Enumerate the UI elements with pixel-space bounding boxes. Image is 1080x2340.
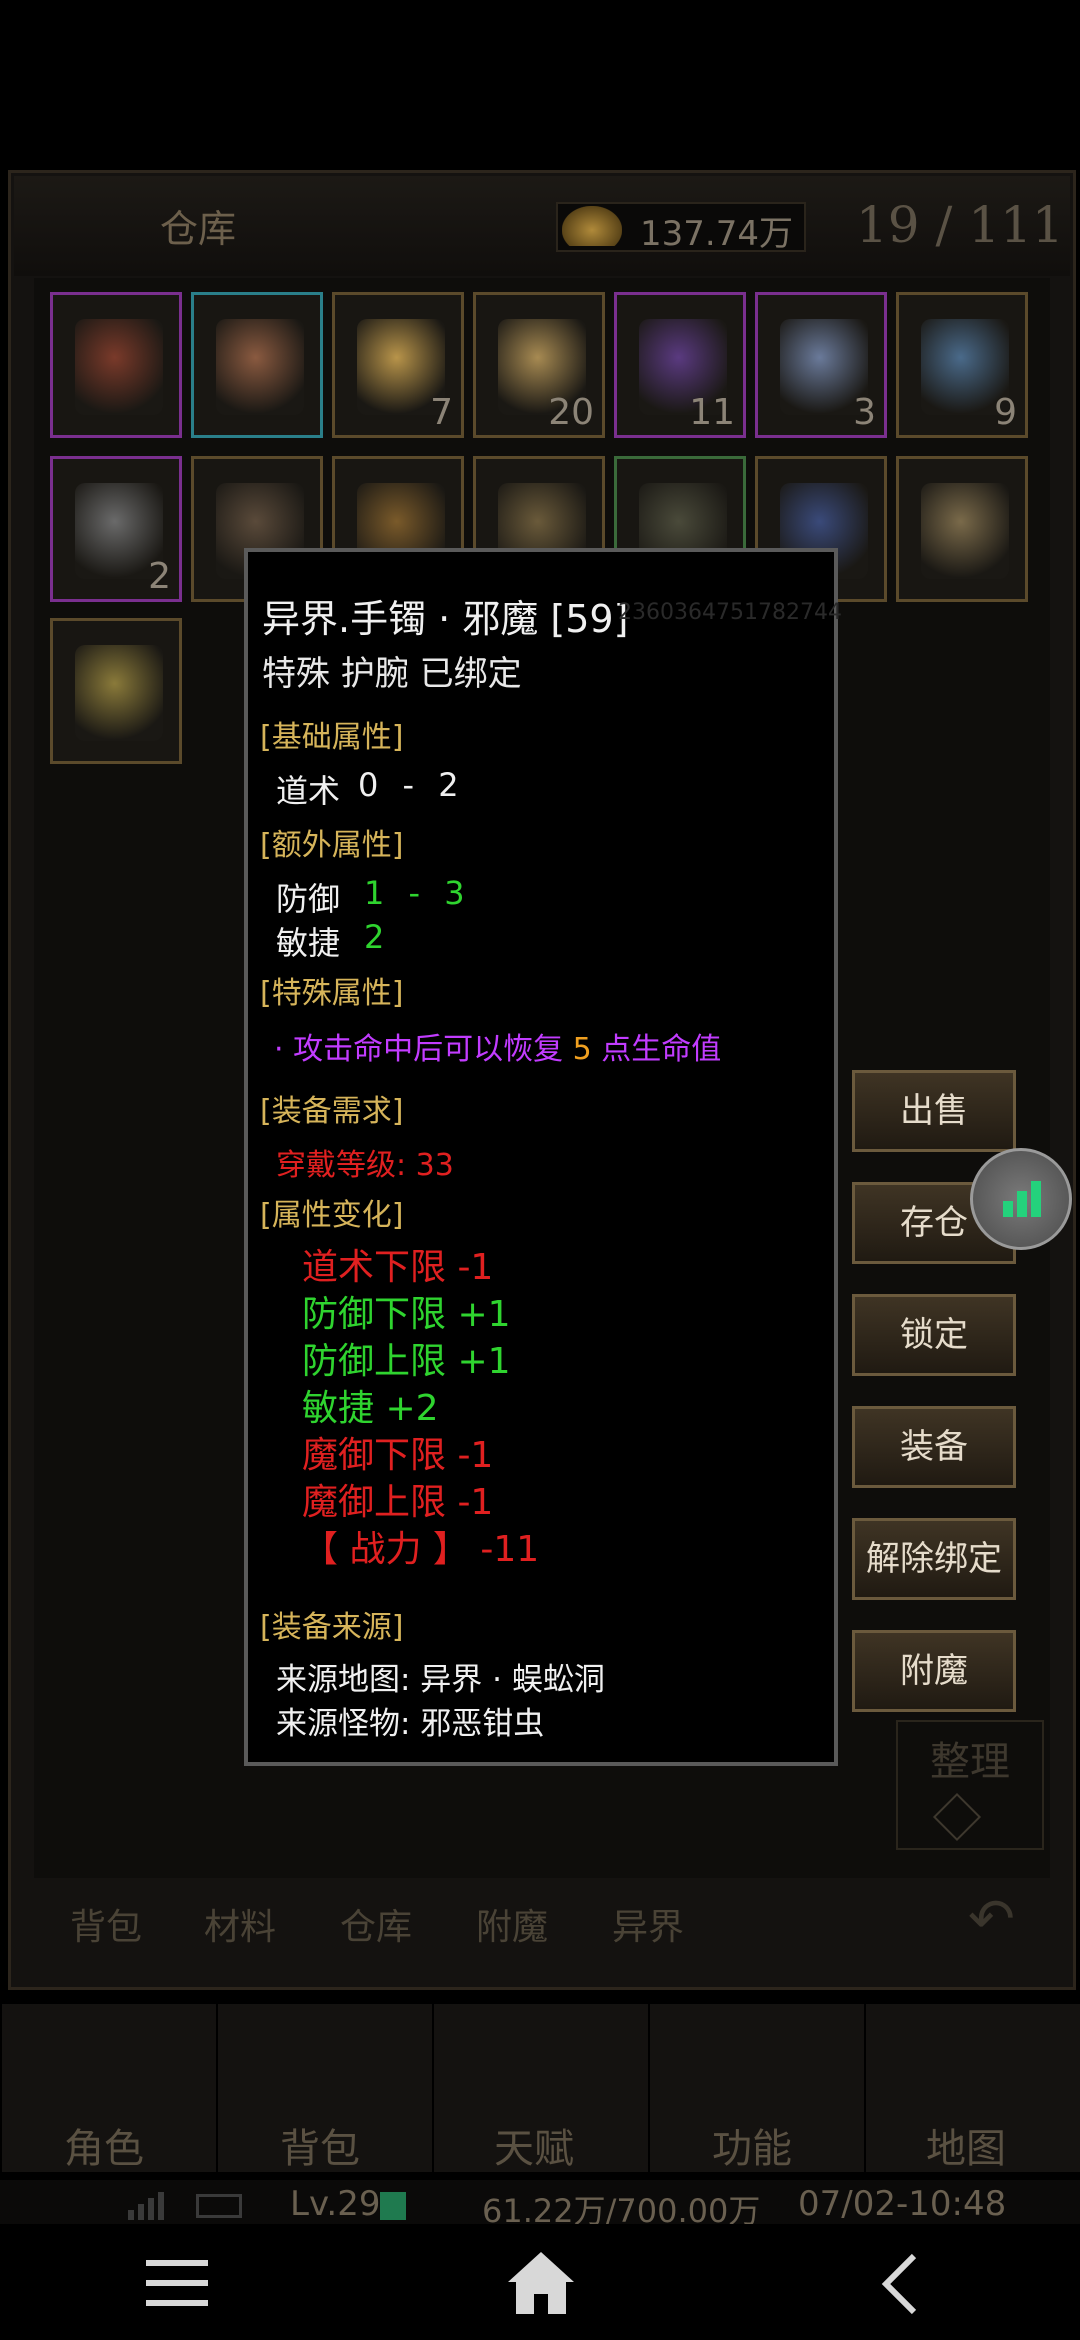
attr-change-item: 防御下限 +1 [302, 1294, 511, 1335]
item-icon [75, 645, 163, 741]
special-attr-number: 5 [572, 1032, 592, 1067]
item-slot[interactable]: 9 [896, 292, 1028, 438]
menu-icon[interactable] [146, 2256, 212, 2310]
battery-icon [196, 2194, 242, 2218]
item-slot[interactable]: 20 [473, 292, 605, 438]
item-type: 特殊 护腕 已绑定 [262, 654, 522, 694]
item-slot[interactable]: 11 [614, 292, 746, 438]
item-slot[interactable] [50, 618, 182, 764]
sell-button[interactable]: 出售 [852, 1070, 1016, 1152]
item-count: 11 [689, 392, 735, 433]
sort-button[interactable]: 整理 [896, 1720, 1044, 1850]
item-slot[interactable] [896, 456, 1028, 602]
source-header: [装备来源] [260, 1610, 404, 1645]
item-icon [216, 319, 304, 415]
signal-icon [126, 2190, 170, 2220]
item-slot[interactable]: 3 [755, 292, 887, 438]
player-level: Lv.29 [290, 2184, 381, 2224]
attr-change-item: 防御上限 +1 [302, 1341, 511, 1382]
source-map: 来源地图: 异界 · 蜈蚣洞 [276, 1662, 605, 1698]
item-count: 7 [430, 392, 453, 433]
exp-bar [380, 2192, 406, 2220]
required-level: 穿戴等级: 33 [276, 1148, 454, 1183]
bag-tab-warehouse[interactable]: 仓库 [340, 1898, 412, 1950]
datetime: 07/02-10:48 [798, 2184, 1007, 2224]
special-attr-header: [特殊属性] [260, 976, 404, 1011]
item-slot[interactable] [50, 292, 182, 438]
attr-change-item: 魔御下限 -1 [302, 1435, 494, 1476]
enchant-button[interactable]: 附魔 [852, 1630, 1016, 1712]
unbind-button[interactable]: 解除绑定 [852, 1518, 1016, 1600]
requirement-header: [装备需求] [260, 1094, 404, 1129]
extra-def-value: 1 - 3 [364, 874, 465, 912]
base-stat-value: 0 - 2 [358, 766, 459, 804]
item-count: 20 [548, 392, 594, 433]
item-icon [921, 483, 1009, 579]
base-stat-name: 道术 [276, 772, 341, 810]
item-icon [75, 319, 163, 415]
special-attr-text: · 攻击命中后可以恢复 [274, 1032, 573, 1067]
lock-button[interactable]: 锁定 [852, 1294, 1016, 1376]
return-arrow-icon[interactable]: ↶ [968, 1890, 1028, 1950]
nav-bag-label: 背包 [280, 2126, 360, 2172]
nav-map-label: 地图 [926, 2126, 1006, 2172]
attr-change-item: 【 战力 】 -11 [302, 1529, 540, 1570]
extra-agi-value: 2 [364, 918, 385, 956]
item-count: 2 [148, 556, 171, 597]
signal-bar [1017, 1191, 1027, 1217]
warehouse-title: 仓库 [160, 207, 237, 251]
gold-ingot-icon [562, 206, 622, 246]
gold-amount: 137.74万 [640, 214, 793, 254]
attr-change-item: 道术下限 -1 [302, 1247, 494, 1288]
item-slot[interactable]: 2 [50, 456, 182, 602]
source-monster: 来源怪物: 邪恶钳虫 [276, 1706, 545, 1742]
attr-change-header: [属性变化] [260, 1198, 404, 1233]
signal-bar [1031, 1181, 1041, 1217]
item-slot[interactable]: 7 [332, 292, 464, 438]
item-count: 3 [853, 392, 876, 433]
nav-function-label: 功能 [712, 2126, 792, 2172]
special-attr-line: · 攻击命中后可以恢复 5 点生命值 [274, 1024, 721, 1068]
bag-tab-bag[interactable]: 背包 [70, 1898, 142, 1950]
base-attr-header: [基础属性] [260, 720, 404, 755]
item-id: 2360364751782744 [618, 600, 842, 625]
attr-change-item: 敏捷 +2 [302, 1388, 439, 1429]
home-icon[interactable] [506, 2250, 576, 2316]
item-slot[interactable] [191, 292, 323, 438]
item-name: 异界.手镯 · 邪魔 [59] [262, 597, 629, 641]
item-count: 9 [994, 392, 1017, 433]
item-tooltip: 异界.手镯 · 邪魔 [59] 2360364751782744 特殊 护腕 已… [244, 548, 842, 1766]
special-attr-suffix: 点生命值 [591, 1032, 722, 1067]
equip-button[interactable]: 装备 [852, 1406, 1016, 1488]
bag-tab-enchant[interactable]: 附魔 [476, 1898, 548, 1950]
back-icon[interactable] [880, 2252, 920, 2316]
extra-attr-header: [额外属性] [260, 828, 404, 863]
signal-bar [1003, 1201, 1013, 1217]
nav-character-label: 角色 [64, 2126, 144, 2172]
bag-tab-otherworld[interactable]: 异界 [612, 1898, 684, 1950]
attr-change-item: 魔御上限 -1 [302, 1482, 494, 1523]
extra-def-name: 防御 [276, 880, 341, 918]
extra-agi-name: 敏捷 [276, 924, 341, 962]
bag-tab-material[interactable]: 材料 [204, 1898, 276, 1950]
storage-capacity: 19 / 111 [856, 196, 1064, 254]
nav-talent-label: 天赋 [494, 2126, 574, 2172]
floating-network-widget[interactable] [970, 1148, 1072, 1250]
